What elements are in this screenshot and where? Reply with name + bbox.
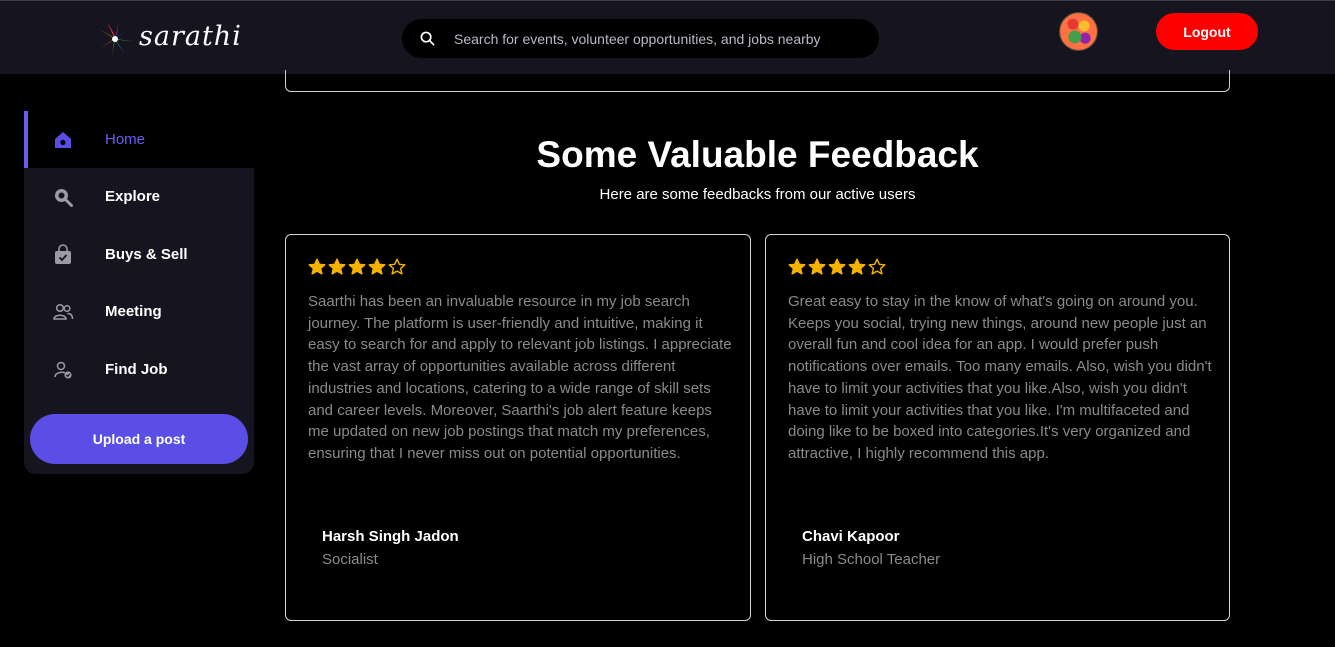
search-icon bbox=[420, 31, 435, 46]
review-text: Saarthi has been an invaluable resource … bbox=[308, 293, 732, 462]
top-bar: sarathi Logout bbox=[0, 0, 1335, 74]
logo-icon bbox=[99, 21, 132, 56]
sidebar-item-label: Find Job bbox=[105, 361, 168, 378]
sidebar-item-find-job[interactable]: Find Job bbox=[24, 341, 254, 398]
section-subtitle: Here are some feedbacks from our active … bbox=[599, 186, 916, 203]
star-empty-icon bbox=[388, 258, 406, 275]
star-filled-icon bbox=[808, 258, 826, 275]
author-name: Harsh Singh Jadon bbox=[322, 528, 459, 545]
sidebar-item-label: Explore bbox=[105, 188, 161, 205]
page: sarathi Logout Home Exp bbox=[0, 0, 1335, 647]
feedback-card: Saarthi has been an invaluable resource … bbox=[285, 234, 751, 621]
previous-section-box bbox=[285, 70, 1230, 92]
author-role: High School Teacher bbox=[802, 551, 941, 568]
review-text: Great easy to stay in the know of what's… bbox=[788, 293, 1212, 462]
star-filled-icon bbox=[328, 258, 346, 275]
star-filled-icon bbox=[348, 258, 366, 275]
sidebar-item-home[interactable]: Home bbox=[24, 111, 254, 168]
author-role: Socialist bbox=[322, 551, 378, 568]
star-filled-icon bbox=[308, 258, 326, 275]
people-icon bbox=[53, 303, 74, 320]
feedback-card: Great easy to stay in the know of what's… bbox=[765, 234, 1230, 621]
logo-text: sarathi bbox=[139, 20, 242, 52]
sidebar-item-meeting[interactable]: Meeting bbox=[24, 283, 254, 340]
star-filled-icon bbox=[828, 258, 846, 275]
home-icon bbox=[55, 131, 71, 148]
sidebar: Home Explore Buys & Sell Meeting Find Jo… bbox=[24, 111, 254, 474]
user-check-icon bbox=[54, 361, 72, 379]
star-rating bbox=[308, 258, 406, 276]
sidebar-item-explore[interactable]: Explore bbox=[24, 168, 254, 225]
sidebar-item-label: Home bbox=[105, 131, 146, 148]
star-rating bbox=[788, 258, 886, 276]
author-name: Chavi Kapoor bbox=[802, 528, 900, 545]
upload-post-button[interactable]: Upload a post bbox=[30, 414, 248, 464]
avatar[interactable] bbox=[1059, 12, 1098, 51]
star-filled-icon bbox=[788, 258, 806, 275]
logo[interactable]: sarathi bbox=[94, 17, 242, 59]
search-bar bbox=[402, 19, 879, 58]
sidebar-item-buys-sell[interactable]: Buys & Sell bbox=[24, 226, 254, 283]
sidebar-item-label: Meeting bbox=[105, 303, 162, 320]
explore-icon bbox=[55, 188, 73, 207]
search-input[interactable] bbox=[454, 19, 864, 58]
logout-button[interactable]: Logout bbox=[1156, 13, 1258, 50]
sidebar-item-label: Buys & Sell bbox=[105, 246, 188, 263]
shopping-bag-icon bbox=[55, 243, 71, 264]
section-title: Some Valuable Feedback bbox=[536, 134, 979, 175]
star-filled-icon bbox=[848, 258, 866, 275]
star-empty-icon bbox=[868, 258, 886, 275]
star-filled-icon bbox=[368, 258, 386, 275]
